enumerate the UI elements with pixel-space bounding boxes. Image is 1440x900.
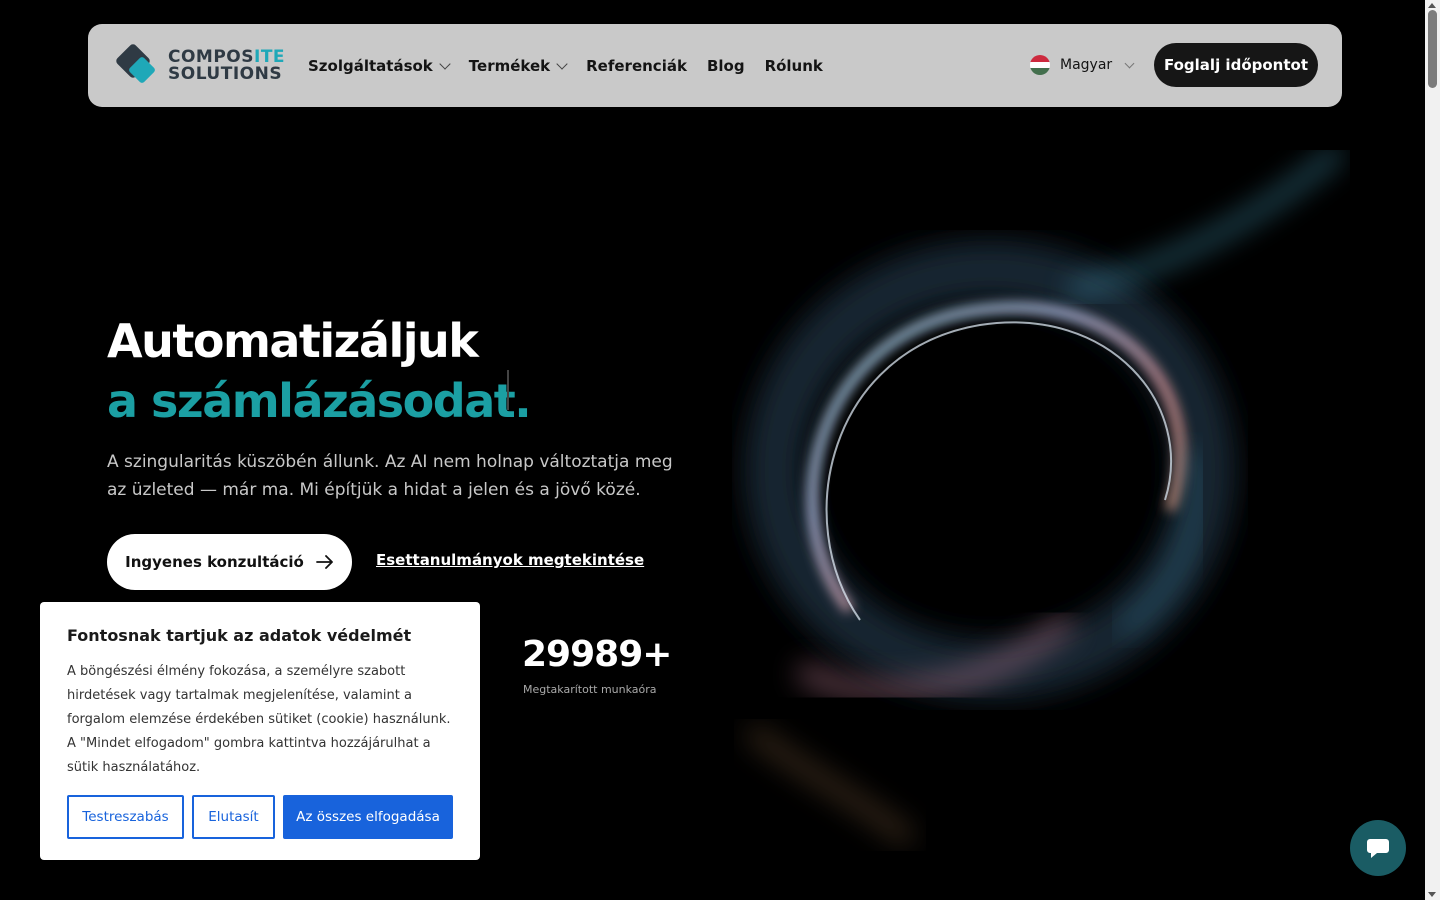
logo-mark-icon [116, 44, 155, 83]
case-studies-link[interactable]: Esettanulmányok megtekintése [376, 551, 644, 569]
hero-ring-visual [745, 150, 1345, 847]
nav-item-label: Referenciák [586, 56, 687, 75]
scroll-down-arrow-icon[interactable] [1428, 892, 1436, 897]
nav-item-label: Blog [706, 56, 745, 75]
scroll-up-arrow-icon[interactable] [1428, 3, 1436, 8]
chat-button[interactable] [1350, 820, 1406, 876]
chat-bubble-icon [1367, 839, 1389, 858]
cookie-title: Fontosnak tartjuk az adatok védelmét [67, 626, 412, 645]
nav-item-products[interactable]: Termékek [468, 56, 568, 75]
company-logo[interactable]: COMPOSITE SOLUTIONS [114, 42, 289, 90]
main-nav: Szolgáltatások Termékek Referenciák Blog… [308, 24, 843, 107]
cookie-consent-banner: Fontosnak tartjuk az adatok védelmét A b… [40, 602, 480, 860]
top-navbar: COMPOSITE SOLUTIONS Szolgáltatások Termé… [88, 24, 1342, 107]
nav-item-references[interactable]: Referenciák [586, 57, 687, 75]
arrow-right-icon [315, 555, 333, 569]
cookie-body: A böngészési élmény fokozása, a személyr… [67, 664, 451, 775]
nav-item-about[interactable]: Rólunk [765, 57, 823, 75]
stat-value: 29989+ [522, 634, 672, 675]
hero-title-line1: Automatizáljuk [107, 314, 479, 368]
language-label: Magyar [1060, 57, 1113, 73]
nav-item-label: Szolgáltatások [308, 56, 433, 75]
cookie-customize-button[interactable]: Testreszabás [67, 795, 184, 839]
button-label: Ingyenes konzultáció [125, 553, 304, 571]
nav-item-blog[interactable]: Blog [707, 57, 745, 75]
nav-item-label: Termékek [468, 56, 551, 75]
scrollbar-thumb[interactable] [1428, 10, 1437, 88]
hero-subtitle: A szingularitás küszöbén állunk. Az AI n… [107, 452, 673, 500]
cookie-accept-all-button[interactable]: Az összes elfogadása [283, 795, 453, 839]
stat-label: Megtakarított munkaóra [523, 683, 657, 696]
book-appointment-button[interactable]: Foglalj időpontot [1154, 43, 1318, 87]
language-selector[interactable]: Magyar [1030, 55, 1135, 75]
hungary-flag-icon [1030, 55, 1050, 75]
page-scrollbar[interactable] [1425, 0, 1440, 900]
chevron-down-icon [1124, 58, 1135, 69]
chevron-down-icon [556, 57, 568, 70]
hero-title-line2: a számlázásodat. [107, 374, 532, 428]
logo-wordmark: COMPOSITE SOLUTIONS [168, 47, 286, 84]
nav-item-label: Rólunk [764, 56, 823, 75]
nav-item-services[interactable]: Szolgáltatások [308, 56, 451, 75]
cookie-reject-button[interactable]: Elutasít [192, 795, 275, 839]
typing-caret [507, 370, 509, 410]
chevron-down-icon [439, 57, 451, 70]
free-consultation-button[interactable]: Ingyenes konzultáció [107, 534, 352, 590]
